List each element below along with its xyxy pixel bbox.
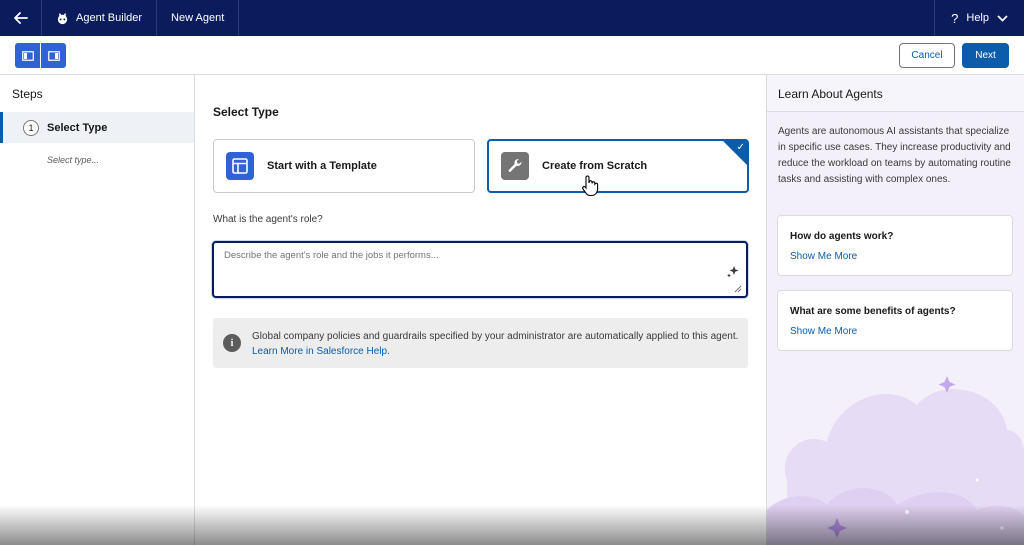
app-title: Agent Builder [42, 0, 158, 36]
arrow-left-icon [13, 12, 28, 24]
help-label: Help [966, 12, 989, 24]
role-textarea-wrapper [212, 241, 748, 298]
step-item-select-type[interactable]: 1 Select Type [0, 112, 194, 143]
app-name: Agent Builder [76, 12, 143, 24]
cloud-illustration [767, 376, 1024, 545]
learn-more-link[interactable]: Learn More in Salesforce Help. [252, 346, 390, 357]
show-me-more-link[interactable]: Show Me More [790, 251, 857, 262]
panel-right-icon [47, 50, 60, 61]
resize-handle-icon[interactable] [734, 285, 742, 293]
learn-description: Agents are autonomous AI assistants that… [778, 126, 1011, 185]
hand-pointer-icon [582, 175, 599, 197]
faq-question: How do agents work? [790, 231, 894, 242]
cancel-button[interactable]: Cancel [899, 43, 955, 68]
question-icon: ? [951, 10, 959, 26]
info-icon: i [223, 334, 241, 352]
sparkle-icon[interactable] [726, 265, 740, 279]
step-label: Select Type [47, 121, 108, 134]
policy-notice: i Global company policies and guardrails… [213, 318, 748, 368]
agent-role-input[interactable] [214, 243, 746, 296]
learn-panel-title: Learn About Agents [778, 87, 883, 101]
toggle-left-panel-button[interactable] [15, 43, 40, 68]
step-number: 1 [23, 119, 39, 136]
main-content: Select Type Start with a Template Create… [195, 75, 766, 545]
learn-panel: Learn About Agents Agents are autonomous… [766, 75, 1024, 545]
steps-panel: Steps 1 Select Type Select type... [0, 75, 195, 545]
global-header: Agent Builder New Agent ? Help [0, 0, 1024, 36]
option-label: Start with a Template [267, 160, 377, 172]
learn-panel-header: Learn About Agents [767, 75, 1024, 112]
panel-left-icon [21, 50, 34, 61]
chevron-down-icon [997, 14, 1008, 22]
builder-toolbar: Cancel Next [0, 36, 1024, 75]
faq-card-how-agents-work: How do agents work? Show Me More [777, 215, 1013, 276]
option-label: Create from Scratch [542, 160, 648, 172]
steps-title: Steps [12, 87, 43, 101]
back-button[interactable] [0, 0, 42, 36]
page-title: Select Type [213, 105, 279, 119]
option-start-with-template[interactable]: Start with a Template [213, 139, 475, 193]
agent-mascot-icon [57, 12, 68, 24]
notice-body: Global company policies and guardrails s… [252, 331, 739, 342]
role-field-label: What is the agent's role? [213, 214, 323, 225]
toggle-right-panel-button[interactable] [41, 43, 66, 68]
faq-question: What are some benefits of agents? [790, 306, 956, 317]
template-layout-icon [226, 152, 254, 180]
wrench-icon [501, 152, 529, 180]
next-button[interactable]: Next [962, 43, 1009, 68]
show-me-more-link[interactable]: Show Me More [790, 326, 857, 337]
faq-card-benefits: What are some benefits of agents? Show M… [777, 290, 1013, 351]
option-create-from-scratch[interactable]: Create from Scratch ✓ [487, 139, 749, 193]
check-icon: ✓ [736, 142, 745, 153]
tab-new-agent[interactable]: New Agent [157, 0, 240, 36]
step-subtext: Select type... [47, 155, 100, 165]
tab-label: New Agent [171, 12, 225, 24]
help-menu[interactable]: ? Help [934, 0, 1024, 36]
notice-text: Global company policies and guardrails s… [252, 329, 742, 359]
